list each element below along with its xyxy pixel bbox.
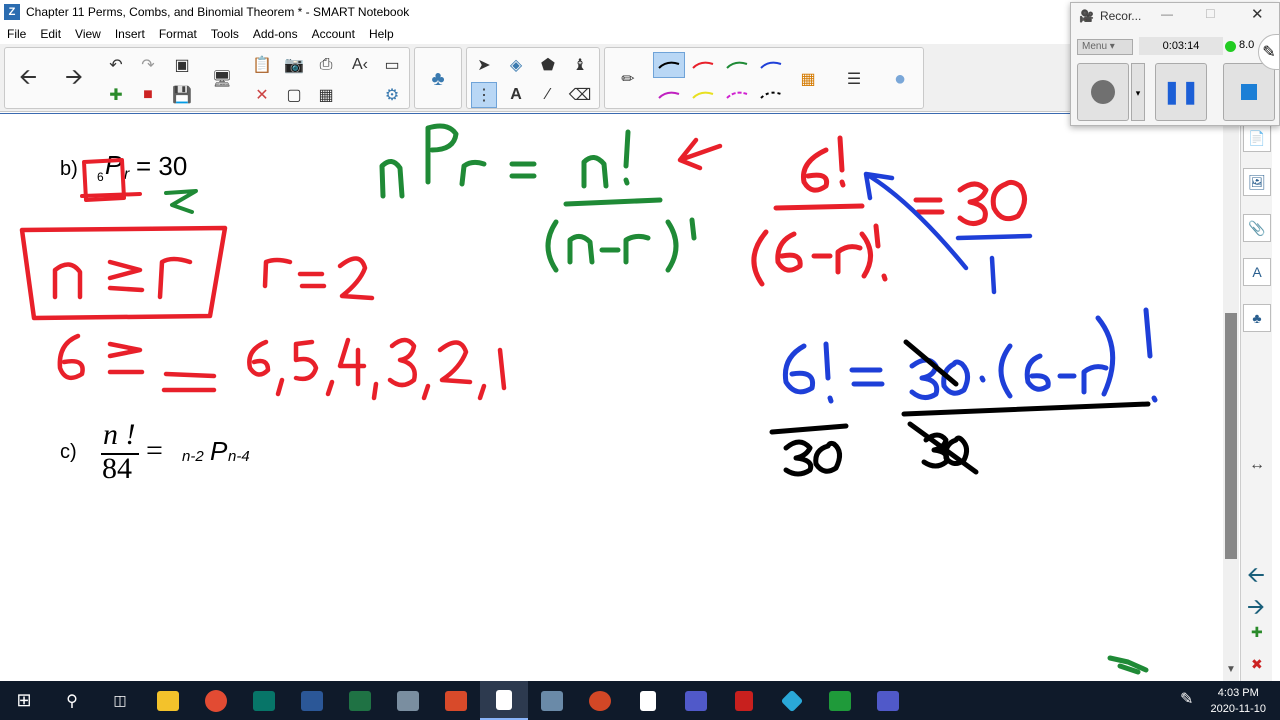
search-icon: ⚲ [66,692,78,710]
powerpoint-icon [589,690,611,711]
recorder-menu-button[interactable]: Menu ▾ [1077,39,1133,55]
teams-icon-2 [877,690,899,711]
ink-green-npr-formula [379,123,697,273]
task-view-icon: ◫ [113,692,127,708]
chrome-icon [205,689,227,712]
record-options-dropdown[interactable]: ▾ [1131,63,1145,121]
taskbar-powerpoint[interactable] [576,681,624,720]
taskbar-search[interactable]: ⚲ [48,681,96,720]
red-app-icon [735,690,753,711]
ink-blue-over-one [863,171,1033,295]
ink-red-arrow [677,137,723,171]
green-app-icon [829,690,851,711]
camera-app-icon [397,690,419,711]
taskbar-snipping[interactable] [432,681,480,720]
word-icon [301,690,323,711]
windows-icon: ⊞ [16,690,32,710]
start-button[interactable]: ⊞ [0,681,48,720]
taskbar-word[interactable] [288,681,336,720]
clock-date: 2020-11-10 [1210,703,1266,715]
properties-tab-icon[interactable]: A [1243,258,1271,286]
excel-icon [349,690,371,711]
taskbar-app-diamond[interactable] [768,681,816,720]
publisher-icon [253,690,275,711]
taskbar-chrome[interactable] [192,681,240,720]
record-button[interactable] [1077,63,1129,121]
taskbar-publisher[interactable] [240,681,288,720]
recorder-status-dot [1225,41,1236,52]
taskbar-teams-2[interactable] [864,681,912,720]
ink-red-equals-30 [913,179,1027,226]
ink-green-mark-corner [1107,655,1149,675]
folder-icon [157,690,179,711]
ink-red-box-six [80,158,142,202]
taskbar-app-red[interactable] [720,681,768,720]
gallery-tab-icon[interactable]: 🖼 [1243,168,1271,196]
record-icon [1091,80,1115,104]
recorder-minimize-icon[interactable]: — [1161,7,1173,21]
recorder-menu-label: Menu [1082,41,1108,52]
ink-blue-equation [782,307,1158,404]
ink-red-n-ge-r [19,225,228,321]
taskbar-camera[interactable] [384,681,432,720]
calculator-icon [541,690,563,711]
recorder-level: 8.0 [1239,39,1255,51]
scroll-down-icon[interactable]: ▼ [1226,664,1236,675]
screen-recorder-window: 🎥 Recor... — ☐ ✕ Menu ▾ 0:03:14 8.0 ▾ ❚❚ [1070,2,1280,126]
pause-button[interactable]: ❚❚ [1155,63,1207,121]
notebook-icon [496,689,512,710]
recorder-close-icon[interactable]: ✕ [1251,5,1264,23]
recorder-timer: 0:03:14 [1139,37,1223,55]
stop-icon [1241,84,1257,100]
sidebar-add-page-icon[interactable]: ✚ [1251,624,1263,641]
recorder-title: Recor... [1099,9,1142,23]
taskbar-smart-notebook[interactable] [480,681,528,720]
diamond-app-icon [780,689,804,712]
taskbar-app-green[interactable] [816,681,864,720]
sidebar-delete-page-icon[interactable]: ✖ [1251,656,1263,673]
page-sorter-tab-icon[interactable]: 📄 [1243,124,1271,152]
ink-green-z [164,189,198,214]
taskbar-blank-doc[interactable] [624,681,672,720]
sidebar-next-page-icon[interactable]: 🡪 [1247,590,1265,628]
ink-red-six-list [57,333,507,401]
resize-sidebar-icon[interactable]: ↔ [1249,456,1265,474]
snipping-tool-icon [445,690,467,711]
recorder-app-icon: 🎥 [1079,9,1094,23]
attachments-tab-icon[interactable]: 📎 [1243,214,1271,242]
taskbar-excel[interactable] [336,681,384,720]
stop-button[interactable] [1223,63,1275,121]
right-sidebar: 📄 🖼 📎 A ♣ ↔ 🡨 🡪 ✚ ✖ [1240,120,1272,682]
taskbar: ⊞ ⚲ ◫ ✎ [0,681,1280,720]
recorder-maximize-icon[interactable]: ☐ [1205,7,1216,21]
taskbar-teams[interactable] [672,681,720,720]
document-icon [640,690,656,711]
scrollbar-thumb[interactable] [1225,313,1237,559]
pen-workspace-icon[interactable]: ✎ [1180,689,1193,709]
teams-icon [685,690,707,711]
taskbar-file-explorer[interactable] [144,681,192,720]
taskbar-task-view[interactable]: ◫ [96,681,144,720]
taskbar-clock[interactable]: 4:03 PM 2020-11-10 [1211,685,1266,717]
pause-icon: ❚❚ [1162,79,1200,104]
ink-red-r-equals-2 [262,256,375,301]
handwritten-ink-layer [19,123,1158,675]
addons-tab-icon[interactable]: ♣ [1243,304,1271,332]
taskbar-calculator[interactable] [528,681,576,720]
clock-time: 4:03 PM [1217,687,1259,699]
ink-red-six-factorial-fraction [751,135,888,287]
